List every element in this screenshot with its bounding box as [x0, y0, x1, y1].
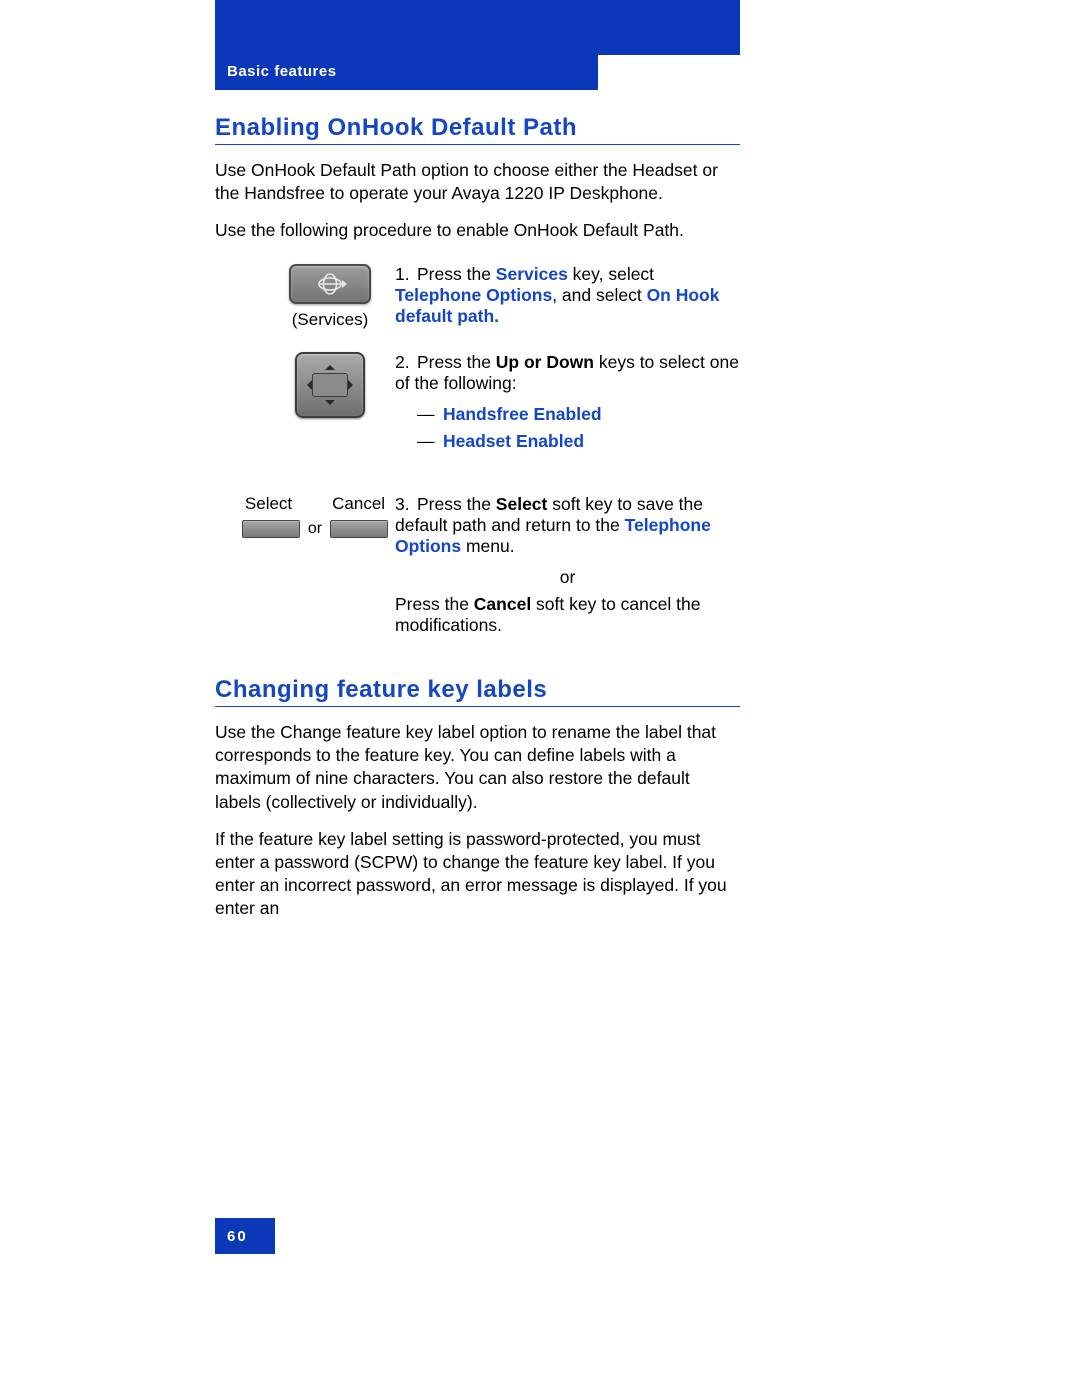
section2-paragraph-1: Use the Change feature key label option … — [215, 721, 740, 813]
section-title-changing: Changing feature key labels — [215, 676, 740, 707]
softkey-cancel-icon — [330, 520, 388, 538]
intro-paragraph-2: Use the following procedure to enable On… — [215, 219, 740, 242]
dpad-icon — [295, 352, 365, 418]
intro-paragraph-1: Use OnHook Default Path option to choose… — [215, 159, 740, 205]
or-word: or — [308, 520, 322, 538]
softkey-select-icon — [242, 520, 300, 538]
services-key-icon — [289, 264, 371, 304]
section2-paragraph-2: If the feature key label setting is pass… — [215, 828, 740, 920]
header-top-bar — [215, 0, 740, 55]
softkey-label-cancel: Cancel — [332, 494, 385, 514]
chapter-label: Basic features — [215, 55, 598, 90]
softkey-label-select: Select — [245, 494, 292, 514]
step-3-text: 3.Press the Select soft key to save the … — [395, 494, 740, 636]
step-2-text: 2.Press the Up or Down keys to select on… — [395, 352, 740, 458]
step-1-text: 1.Press the Services key, select Telepho… — [395, 264, 740, 330]
section-title-onhook: Enabling OnHook Default Path — [215, 114, 740, 145]
page-number: 60 — [215, 1218, 275, 1254]
services-caption: (Services) — [292, 310, 369, 330]
